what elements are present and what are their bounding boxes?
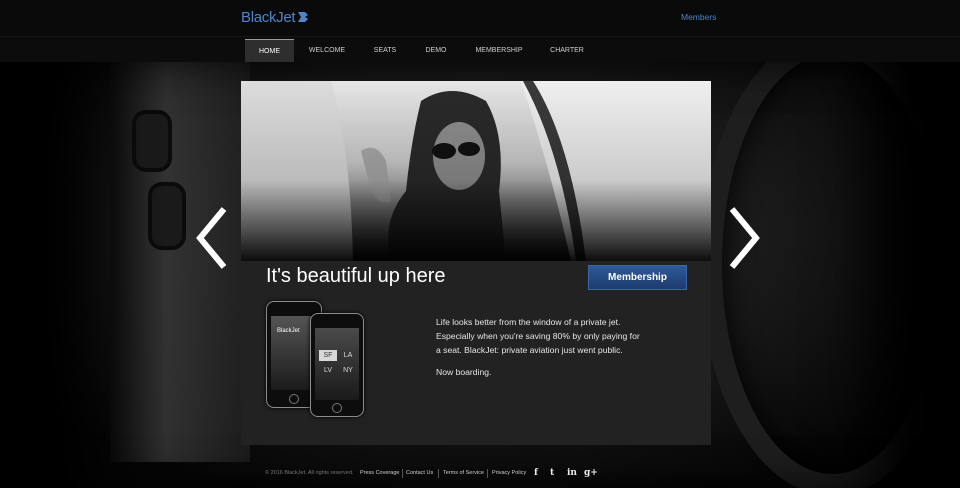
headline: It's beautiful up here: [266, 265, 446, 287]
chevron-right-icon[interactable]: [724, 206, 764, 270]
nav-demo[interactable]: DEMO: [420, 39, 452, 63]
footer-divider: [438, 469, 439, 478]
copyright-text: © 2016 BlackJet. All rights reserved.: [265, 470, 354, 476]
footer-divider: [402, 469, 403, 478]
nav-welcome[interactable]: WELCOME: [304, 39, 350, 63]
nav-home[interactable]: HOME: [245, 39, 294, 64]
footer-link-press[interactable]: Press Coverage: [360, 470, 399, 476]
linkedin-icon[interactable]: in: [567, 468, 577, 478]
membership-button[interactable]: Membership: [588, 265, 687, 290]
phone-home-button: [332, 403, 342, 413]
phone-logo-text: BlackJet: [277, 328, 300, 334]
city-la: LA: [343, 352, 353, 359]
woman-in-jet-door-image: [241, 81, 711, 261]
hero-photo: [241, 81, 711, 261]
top-header: BlackJet Members: [0, 0, 960, 36]
nav-seats[interactable]: SEATS: [367, 39, 403, 63]
phone-screen: SF LA LV NY: [315, 328, 359, 400]
city-ny: NY: [343, 367, 353, 374]
nav-membership[interactable]: MEMBERSHIP: [471, 39, 527, 63]
now-boarding-text: Now boarding.: [436, 367, 492, 377]
footer-link-privacy[interactable]: Privacy Policy: [492, 470, 526, 476]
logo-text: BlackJet: [241, 8, 296, 26]
footer-link-contact[interactable]: Contact Us: [406, 470, 433, 476]
feature-panel: It's beautiful up here Membership BlackJ…: [241, 81, 711, 445]
google-plus-icon[interactable]: g+: [584, 468, 598, 478]
phone-home-button: [289, 394, 299, 404]
twitter-icon[interactable]: t: [550, 468, 554, 478]
city-sf: SF: [319, 350, 337, 361]
nav-charter[interactable]: CHARTER: [546, 39, 588, 63]
body-copy: Life looks better from the window of a p…: [436, 315, 646, 387]
phone-front-image: SF LA LV NY: [310, 313, 364, 417]
intro-paragraph: Life looks better from the window of a p…: [436, 317, 640, 355]
footer: © 2016 BlackJet. All rights reserved. Pr…: [241, 467, 711, 483]
footer-divider: [487, 469, 488, 478]
facebook-icon[interactable]: f: [534, 468, 538, 478]
footer-link-terms[interactable]: Terms of Service: [443, 470, 484, 476]
main-nav: HOME WELCOME SEATS DEMO MEMBERSHIP CHART…: [0, 36, 960, 64]
blackjet-logo[interactable]: BlackJet: [241, 8, 309, 26]
members-link[interactable]: Members: [681, 12, 716, 22]
logo-mark-icon: [298, 12, 309, 22]
chevron-left-icon[interactable]: [192, 206, 232, 270]
city-lv: LV: [323, 367, 333, 374]
